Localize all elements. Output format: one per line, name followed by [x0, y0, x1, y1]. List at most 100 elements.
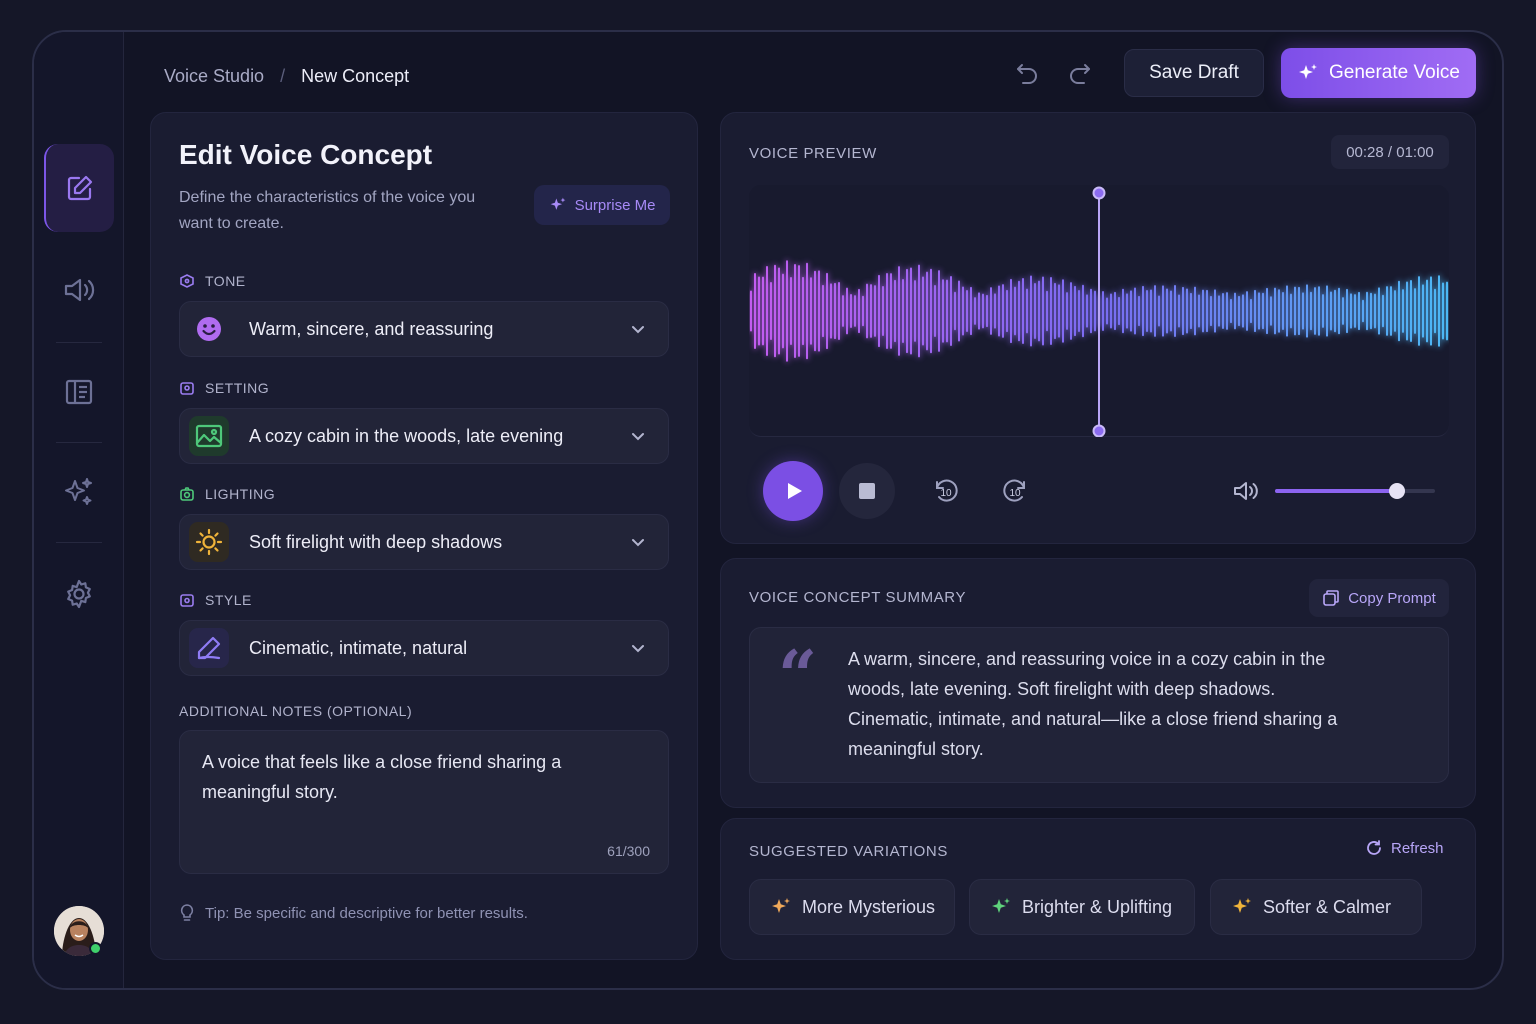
- online-status-indicator: [89, 942, 102, 955]
- notes-textarea[interactable]: A voice that feels like a close friend s…: [179, 730, 669, 874]
- variation-chip-brighter-uplifting[interactable]: Brighter & Uplifting: [969, 879, 1195, 935]
- setting-value: A cozy cabin in the woods, late evening: [249, 425, 564, 446]
- forward-10-icon: 10: [1003, 479, 1025, 502]
- tone-value: Warm, sincere, and reassuring: [249, 318, 494, 339]
- breadcrumb-parent[interactable]: Voice Studio: [164, 66, 264, 87]
- undo-button[interactable]: [1010, 56, 1044, 90]
- rewind-10-icon: 10: [936, 479, 958, 502]
- pen-icon: [189, 628, 229, 668]
- setting-select[interactable]: A cozy cabin in the woods, late evening: [179, 408, 669, 464]
- redo-button[interactable]: [1063, 56, 1097, 90]
- library-icon: [65, 379, 93, 405]
- lightbulb-icon: [180, 904, 194, 921]
- notes-char-counter: 61/300: [607, 843, 650, 859]
- gear-icon: [67, 579, 91, 609]
- sidebar-item-sparkles[interactable]: [44, 448, 114, 536]
- summary-quote: “ A warm, sincere, and reassuring voice …: [749, 627, 1449, 783]
- breadcrumb-current: New Concept: [301, 65, 410, 86]
- tone-label: TONE: [179, 273, 246, 289]
- variation-label: More Mysterious: [802, 896, 936, 917]
- notes-label: ADDITIONAL NOTES (OPTIONAL): [179, 703, 413, 719]
- volume-icon: [1234, 482, 1258, 500]
- copy-prompt-label: Copy Prompt: [1348, 589, 1436, 607]
- tone-label-text: TONE: [205, 273, 246, 289]
- sidebar-item-settings[interactable]: [44, 550, 114, 638]
- waveform[interactable]: [749, 185, 1449, 437]
- voice-preview-title: VOICE PREVIEW: [749, 145, 877, 162]
- variation-label: Softer & Calmer: [1263, 896, 1392, 917]
- sparkles-icon: [65, 478, 92, 505]
- style-select[interactable]: Cinematic, intimate, natural: [179, 620, 669, 676]
- voice-preview-panel: VOICE PREVIEW 00:28 / 01:00 10 10: [720, 112, 1476, 544]
- save-draft-button[interactable]: Save Draft: [1124, 49, 1264, 97]
- lighting-value: Soft firelight with deep shadows: [249, 531, 503, 552]
- refresh-button[interactable]: Refresh: [1365, 839, 1444, 857]
- generate-voice-label: Generate Voice: [1329, 62, 1460, 83]
- sidebar-item-audio[interactable]: [44, 246, 114, 334]
- lighting-label: LIGHTING: [179, 486, 275, 502]
- camera-icon: [180, 487, 194, 501]
- skip-back-seconds: 10: [941, 488, 953, 499]
- tip-text: Tip: Be specific and descriptive for bet…: [205, 904, 528, 922]
- skip-forward-button[interactable]: 10: [998, 474, 1032, 508]
- voice-concept-summary-panel: VOICE CONCEPT SUMMARY Copy Prompt “ A wa…: [720, 558, 1476, 808]
- notes-value: A voice that feels like a close friend s…: [202, 752, 562, 802]
- summary-title: VOICE CONCEPT SUMMARY: [749, 589, 967, 606]
- quote-mark-icon: “: [778, 636, 818, 716]
- tip: Tip: Be specific and descriptive for bet…: [179, 903, 528, 923]
- sparkles-icon: [1233, 898, 1251, 913]
- lighting-select[interactable]: Soft firelight with deep shadows: [179, 514, 669, 570]
- redo-icon: [1070, 64, 1090, 84]
- stop-icon: [859, 483, 875, 499]
- playhead-handle[interactable]: [1092, 424, 1106, 437]
- volume-button[interactable]: [1229, 474, 1263, 508]
- chevron-down-icon: [632, 645, 644, 653]
- location-icon: [180, 382, 194, 395]
- tone-select[interactable]: Warm, sincere, and reassuring: [179, 301, 669, 357]
- setting-label: SETTING: [179, 380, 269, 396]
- play-button[interactable]: [763, 461, 823, 521]
- generate-voice-button[interactable]: Generate Voice: [1281, 48, 1476, 98]
- edit-icon: [67, 175, 93, 201]
- setting-label-text: SETTING: [205, 380, 270, 396]
- variation-label: Brighter & Uplifting: [1022, 896, 1173, 917]
- sparkles-icon: [550, 197, 565, 210]
- sidebar-item-library[interactable]: [44, 348, 114, 436]
- sun-icon: [189, 522, 229, 562]
- copy-icon: [1323, 590, 1340, 606]
- chevron-down-icon: [632, 433, 644, 441]
- variations-title: SUGGESTED VARIATIONS: [749, 843, 948, 860]
- sidebar-item-edit[interactable]: [44, 144, 114, 232]
- skip-forward-seconds: 10: [1010, 488, 1022, 499]
- sparkles-icon: [772, 898, 790, 913]
- voice-concept-editor: Edit Voice Concept Define the characteri…: [150, 112, 698, 960]
- stop-button[interactable]: [839, 463, 895, 519]
- summary-text: A warm, sincere, and reassuring voice in…: [848, 649, 1338, 759]
- logo-waveform-icon: [58, 66, 97, 100]
- style-label-text: STYLE: [205, 592, 252, 608]
- chevron-down-icon: [632, 539, 644, 547]
- playhead-handle[interactable]: [1092, 186, 1106, 200]
- sparkles-icon: [992, 898, 1010, 913]
- skip-back-button[interactable]: 10: [929, 474, 963, 508]
- copy-prompt-button[interactable]: Copy Prompt: [1309, 579, 1449, 617]
- waveform-graphic: [749, 186, 1449, 437]
- editor-description: Define the characteristics of the voice …: [179, 189, 476, 232]
- refresh-icon: [1367, 840, 1381, 855]
- volume-fill: [1275, 489, 1397, 493]
- tag-icon: [180, 594, 194, 607]
- variation-chip-softer-calmer[interactable]: Softer & Calmer: [1210, 879, 1422, 935]
- page-title: Edit Voice Concept: [179, 139, 433, 170]
- sparkles-icon: [1299, 64, 1317, 79]
- refresh-label: Refresh: [1391, 839, 1444, 857]
- variation-chip-more-mysterious[interactable]: More Mysterious: [749, 879, 955, 935]
- speaker-icon: [64, 278, 95, 302]
- playback-time: 00:28 / 01:00: [1331, 135, 1449, 169]
- surprise-me-button[interactable]: Surprise Me: [534, 185, 670, 225]
- volume-slider[interactable]: [1275, 483, 1435, 499]
- sidebar: [34, 32, 124, 988]
- volume-knob[interactable]: [1388, 483, 1405, 499]
- style-value: Cinematic, intimate, natural: [249, 637, 468, 658]
- tag-icon: [180, 274, 194, 288]
- style-label: STYLE: [179, 592, 252, 608]
